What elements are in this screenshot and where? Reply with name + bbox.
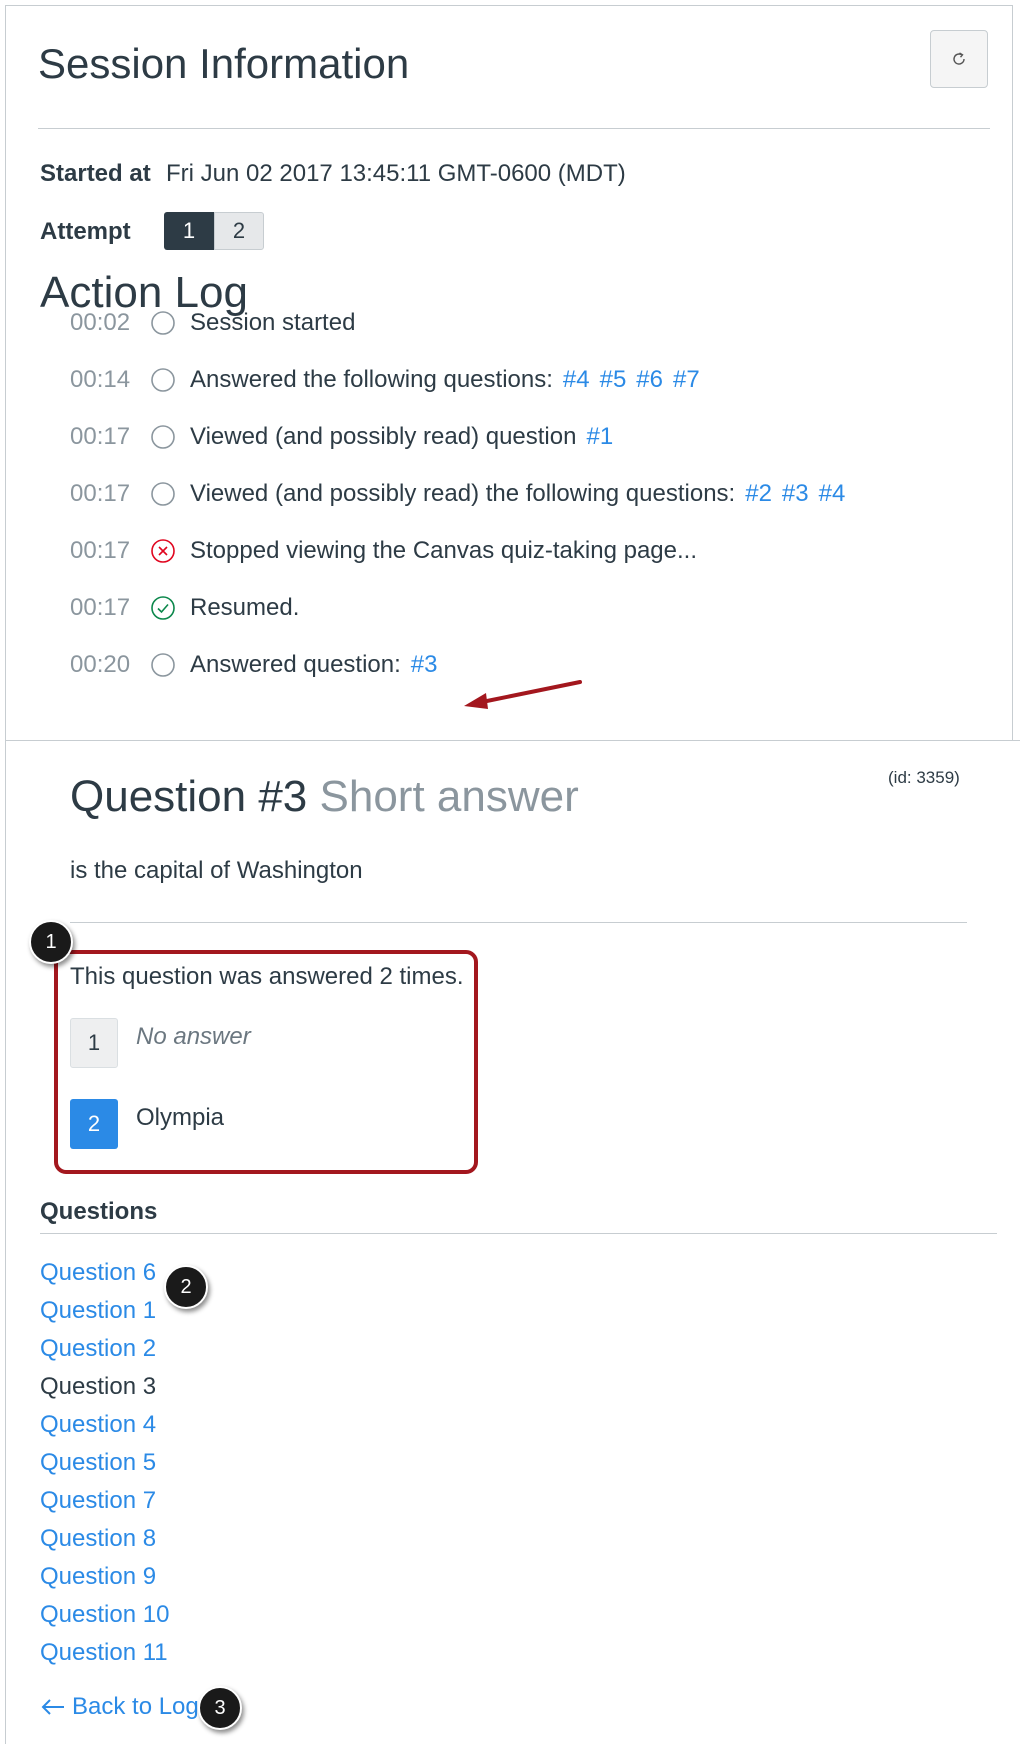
- answer-row: 1 No answer: [70, 1018, 251, 1068]
- question-nav-item[interactable]: Question 11: [40, 1638, 169, 1676]
- answered-count-text: This question was answered 2 times.: [70, 963, 464, 990]
- log-time: 00:17: [70, 423, 131, 450]
- callout-2: 2: [164, 1265, 208, 1309]
- log-text: Answered question:: [190, 651, 401, 678]
- question-nav-item[interactable]: Question 5: [40, 1448, 169, 1486]
- answer-number-badge: 1: [70, 1018, 118, 1068]
- empty-circle-icon: [148, 422, 178, 452]
- question-link[interactable]: #4: [563, 366, 590, 394]
- log-time: 00:02: [70, 309, 131, 336]
- log-entry: 00:02 Session started: [70, 306, 355, 340]
- question-type: Short answer: [319, 772, 579, 821]
- log-entry: 00:14 Answered the following questions: #4…: [70, 363, 700, 397]
- question-nav-item[interactable]: Question 4: [40, 1410, 169, 1448]
- started-at-label: Started at: [40, 160, 151, 187]
- answer-text: No answer: [136, 1023, 251, 1050]
- question-number: Question #3: [70, 772, 308, 821]
- answer-text: Olympia: [136, 1104, 225, 1131]
- attempt-1-button[interactable]: 1: [164, 212, 214, 250]
- question-link[interactable]: #2: [745, 480, 772, 508]
- log-text: Viewed (and possibly read) the following…: [190, 480, 736, 507]
- log-text: Answered the following questions:: [190, 366, 553, 393]
- log-entry: 00:20 Answered question: #3: [70, 648, 438, 682]
- attempt-label: Attempt: [40, 218, 131, 245]
- empty-circle-icon: [148, 365, 178, 395]
- questions-heading: Questions: [40, 1198, 158, 1225]
- arrow-left-icon: [41, 1699, 64, 1715]
- question-nav-item[interactable]: Question 7: [40, 1486, 169, 1524]
- log-time: 00:20: [70, 651, 131, 678]
- question-nav-item[interactable]: Question 8: [40, 1524, 169, 1562]
- log-text: Resumed.: [190, 594, 300, 621]
- log-entry: 00:17 Viewed (and possibly read) question…: [70, 420, 613, 454]
- question-link[interactable]: #3: [782, 480, 809, 508]
- divider: [40, 1233, 997, 1234]
- question-link[interactable]: #5: [600, 366, 627, 394]
- answer-row: 2 Olympia: [70, 1099, 224, 1149]
- callout-3: 3: [198, 1686, 242, 1730]
- attempt-2-button[interactable]: 2: [214, 212, 264, 250]
- question-nav-item[interactable]: Question 10: [40, 1600, 169, 1638]
- refresh-icon: [953, 52, 965, 65]
- log-time: 00:17: [70, 537, 131, 564]
- callout-1: 1: [29, 920, 73, 964]
- question-nav-item[interactable]: Question 6: [40, 1258, 169, 1296]
- question-nav-item[interactable]: Question 9: [40, 1562, 169, 1600]
- session-title: Session Information: [38, 40, 410, 87]
- log-text: Session started: [190, 309, 356, 336]
- attempt-selector: 1 2: [164, 212, 264, 250]
- log-text: Stopped viewing the Canvas quiz-taking p…: [190, 537, 697, 564]
- started-at-value: Fri Jun 02 2017 13:45:11 GMT-0600 (MDT): [166, 160, 626, 187]
- log-entry: 00:17 Resumed.: [70, 591, 299, 625]
- empty-circle-icon: [148, 650, 178, 680]
- question-link[interactable]: #1: [586, 423, 613, 451]
- log-time: 00:17: [70, 480, 131, 507]
- question-nav-item[interactable]: Question 1: [40, 1296, 169, 1334]
- annotation-arrow-icon: [464, 680, 582, 709]
- question-text: is the capital of Washington: [70, 857, 363, 884]
- back-to-log-label: Back to Log: [72, 1693, 199, 1720]
- questions-list: Question 6 Question 1 Question 2 Question 3…: [40, 1258, 169, 1676]
- question-link[interactable]: #4: [819, 480, 846, 508]
- divider: [70, 922, 967, 923]
- question-title: Question #3 Short answer: [70, 772, 579, 822]
- resumed-check-circle-icon: [148, 593, 178, 623]
- back-to-log-link[interactable]: Back to Log: [40, 1693, 199, 1721]
- log-entry: 00:17 Stopped viewing the Canvas quiz-tak…: [70, 534, 697, 568]
- log-time: 00:14: [70, 366, 131, 393]
- log-entry: 00:17 Viewed (and possibly read) the foll…: [70, 477, 845, 511]
- question-nav-item[interactable]: Question 2: [40, 1334, 169, 1372]
- question-id: (id: 3359): [888, 768, 960, 787]
- divider: [38, 128, 990, 129]
- question-link[interactable]: #6: [636, 366, 663, 394]
- empty-circle-icon: [148, 308, 178, 338]
- question-link[interactable]: #7: [673, 366, 700, 394]
- log-time: 00:17: [70, 594, 131, 621]
- answer-number-badge: 2: [70, 1099, 118, 1149]
- refresh-button[interactable]: [930, 30, 988, 88]
- question-nav-item: Question 3: [40, 1373, 157, 1400]
- question-link[interactable]: #3: [411, 651, 438, 679]
- empty-circle-icon: [148, 479, 178, 509]
- stopped-x-circle-icon: [148, 536, 178, 566]
- log-text: Viewed (and possibly read) question: [190, 423, 577, 450]
